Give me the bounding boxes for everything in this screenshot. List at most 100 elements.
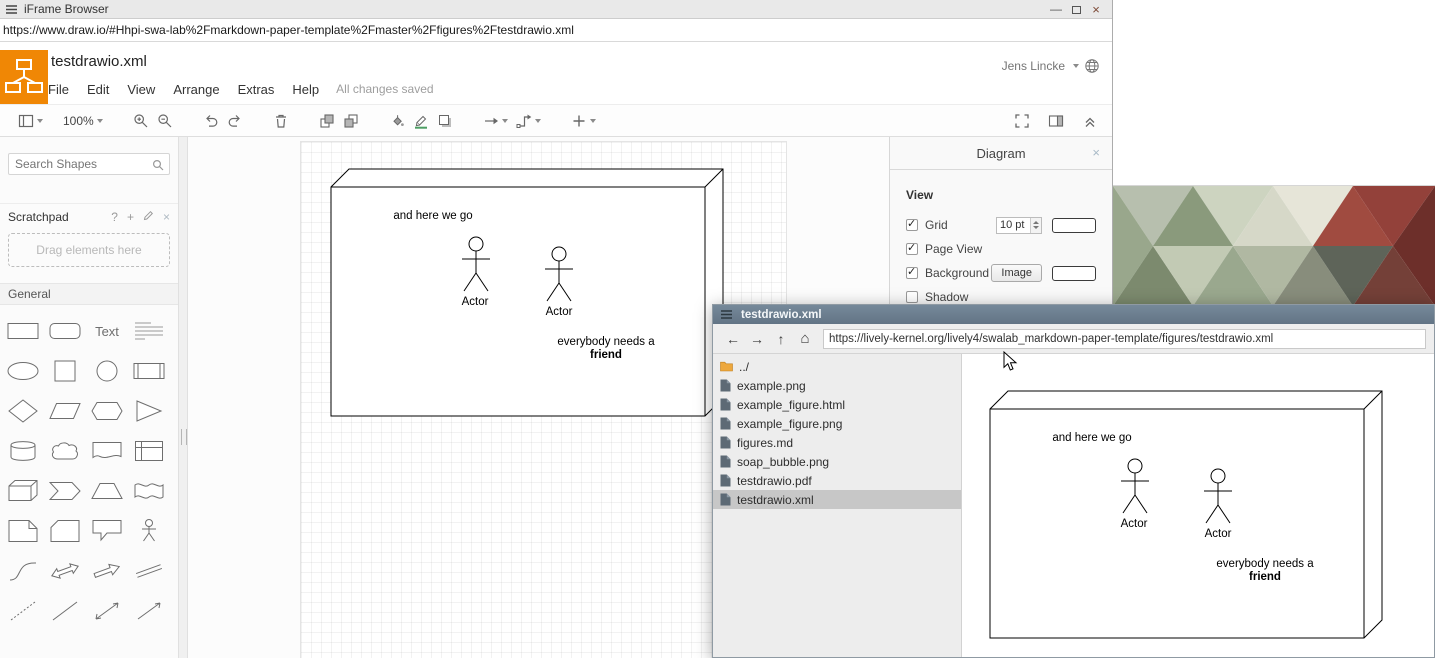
shape-hexagon[interactable] <box>86 391 128 431</box>
undo-button[interactable] <box>199 108 223 134</box>
shape-dashed-line[interactable] <box>2 591 44 631</box>
language-globe-icon[interactable] <box>1084 58 1100 74</box>
page-view-button[interactable] <box>14 108 47 134</box>
shape-note[interactable] <box>2 511 44 551</box>
grid-color-swatch[interactable] <box>1052 218 1096 233</box>
diagram-drawing[interactable]: and here we go Actor Actor everybody nee… <box>321 162 741 427</box>
grid-size-input[interactable]: 10 pt <box>996 217 1042 234</box>
file-item-soap-bubble.png[interactable]: soap_bubble.png <box>713 452 961 471</box>
shape-actor[interactable] <box>128 511 170 551</box>
to-front-button[interactable] <box>315 108 339 134</box>
shape-trapezoid[interactable] <box>86 471 128 511</box>
minimize-button[interactable]: — <box>1046 2 1066 16</box>
line-color-button[interactable] <box>409 108 433 134</box>
shape-parallelogram[interactable] <box>44 391 86 431</box>
hamburger-icon[interactable] <box>721 310 732 319</box>
shape-document[interactable] <box>86 431 128 471</box>
scratchpad-help-icon[interactable]: ? <box>111 210 118 224</box>
menu-arrange[interactable]: Arrange <box>164 82 228 97</box>
shape-step[interactable] <box>44 471 86 511</box>
shape-card[interactable] <box>44 511 86 551</box>
file-item-example.png[interactable]: example.png <box>713 376 961 395</box>
menu-file[interactable]: File <box>39 82 78 97</box>
background-image-button[interactable]: Image <box>991 264 1042 282</box>
tab-diagram[interactable]: Diagram <box>976 146 1025 161</box>
menu-view[interactable]: View <box>118 82 164 97</box>
shadow-checkbox[interactable] <box>906 291 918 303</box>
shape-cube[interactable] <box>2 471 44 511</box>
shape-arrow[interactable] <box>86 551 128 591</box>
spinner-buttons[interactable] <box>1030 218 1041 233</box>
file-item-example-figure.png[interactable]: example_figure.png <box>713 414 961 433</box>
menu-edit[interactable]: Edit <box>78 82 118 97</box>
shape-cloud[interactable] <box>44 431 86 471</box>
to-back-button[interactable] <box>339 108 363 134</box>
fullscreen-button[interactable] <box>1010 108 1034 134</box>
file-item-example-figure.html[interactable]: example_figure.html <box>713 395 961 414</box>
diagram-caption[interactable]: and here we go <box>363 210 503 223</box>
cube-shape[interactable] <box>331 169 723 416</box>
background-color-swatch[interactable] <box>1052 266 1096 281</box>
fill-color-button[interactable] <box>385 108 409 134</box>
shape-rectangle[interactable] <box>2 311 44 351</box>
page-view-checkbox[interactable] <box>906 243 918 255</box>
connection-button[interactable] <box>479 108 512 134</box>
shape-bidirectional-arrow[interactable] <box>44 551 86 591</box>
menu-help[interactable]: Help <box>283 82 328 97</box>
shape-diamond[interactable] <box>2 391 44 431</box>
zoom-out-button[interactable] <box>153 108 177 134</box>
menu-extras[interactable]: Extras <box>229 82 284 97</box>
shape-internal-storage[interactable] <box>128 431 170 471</box>
diagram-shapes[interactable] <box>321 162 741 427</box>
waypoints-button[interactable] <box>512 108 545 134</box>
delete-button[interactable] <box>269 108 293 134</box>
shape-circle[interactable] <box>86 351 128 391</box>
shape-tape[interactable] <box>128 471 170 511</box>
shape-square[interactable] <box>44 351 86 391</box>
note-label-line2[interactable]: friend <box>536 349 676 362</box>
insert-button[interactable] <box>567 108 600 134</box>
actor2-label[interactable]: Actor <box>519 306 599 319</box>
shadow-button[interactable] <box>433 108 457 134</box>
hamburger-icon[interactable] <box>6 5 17 14</box>
search-icon[interactable] <box>152 158 164 176</box>
file-item-testdrawio.pdf[interactable]: testdrawio.pdf <box>713 471 961 490</box>
nav-up-button[interactable]: ↑ <box>769 328 793 350</box>
shape-ellipse[interactable] <box>2 351 44 391</box>
file-item-testdrawio.xml[interactable]: testdrawio.xml <box>713 490 961 509</box>
format-panel-toggle-button[interactable] <box>1044 108 1068 134</box>
shape-triangle[interactable] <box>128 391 170 431</box>
shape-text[interactable]: Text <box>86 311 128 351</box>
search-shapes-input[interactable] <box>8 153 170 175</box>
scratchpad-dropzone[interactable]: Drag elements here <box>8 233 170 267</box>
shape-line[interactable] <box>44 591 86 631</box>
format-panel-close-icon[interactable]: × <box>1092 145 1100 160</box>
shape-callout[interactable] <box>86 511 128 551</box>
shape-process[interactable] <box>128 351 170 391</box>
sidebar-resize-handle[interactable] <box>178 137 188 658</box>
nav-forward-button[interactable]: → <box>745 328 769 350</box>
nav-back-button[interactable]: ← <box>721 328 745 350</box>
scratchpad-close-icon[interactable]: × <box>163 210 170 224</box>
shape-link[interactable] <box>128 551 170 591</box>
grid-checkbox[interactable] <box>906 219 918 231</box>
user-menu[interactable]: Jens Lincke <box>1002 58 1100 74</box>
shape-cylinder[interactable] <box>2 431 44 471</box>
zoom-in-button[interactable] <box>129 108 153 134</box>
file-item-figures.md[interactable]: figures.md <box>713 433 961 452</box>
browser-url-bar[interactable]: https://www.draw.io/#Hhpi-swa-lab%2Fmark… <box>0 19 1112 42</box>
shape-directional-connector[interactable] <box>128 591 170 631</box>
maximize-button[interactable] <box>1066 2 1086 16</box>
scratchpad-edit-icon[interactable] <box>143 210 154 224</box>
actor1-label[interactable]: Actor <box>435 296 515 309</box>
scratchpad-add-icon[interactable]: + <box>127 210 134 224</box>
redo-button[interactable] <box>223 108 247 134</box>
iframe-browser-titlebar[interactable]: iFrame Browser — × <box>0 0 1112 19</box>
shape-curve[interactable] <box>2 551 44 591</box>
collapse-toolbar-button[interactable] <box>1078 108 1102 134</box>
file-item-..-[interactable]: ../ <box>713 357 961 376</box>
section-general[interactable]: General <box>0 283 178 305</box>
zoom-select[interactable]: 100% <box>59 108 107 134</box>
note-label-line1[interactable]: everybody needs a <box>536 336 676 349</box>
close-button[interactable]: × <box>1086 2 1106 17</box>
